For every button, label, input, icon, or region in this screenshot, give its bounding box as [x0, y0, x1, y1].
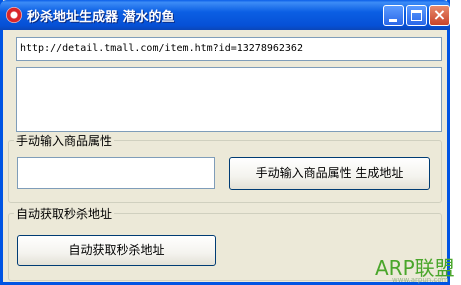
generate-address-button[interactable]: 手动输入商品属性 生成地址: [229, 157, 430, 190]
minimize-button[interactable]: [383, 5, 404, 26]
app-icon[interactable]: [6, 7, 22, 23]
minimize-icon: [389, 19, 397, 22]
watermark-url: www.arpun.com: [392, 276, 449, 284]
url-input[interactable]: http://detail.tmall.com/item.htm?id=1327…: [16, 37, 442, 61]
maximize-icon: [411, 10, 422, 21]
attribute-input[interactable]: [17, 157, 215, 189]
manual-group-label: 手动输入商品属性: [14, 132, 115, 149]
window-title: 秒杀地址生成器 潜水的鱼: [27, 10, 175, 25]
close-button[interactable]: ×: [429, 5, 450, 26]
auto-fetch-button[interactable]: 自动获取秒杀地址: [17, 235, 216, 266]
maximize-button[interactable]: [406, 5, 427, 26]
result-textarea[interactable]: [16, 67, 442, 132]
auto-group-label: 自动获取秒杀地址: [14, 205, 115, 222]
close-icon: ×: [432, 5, 447, 24]
title-bar[interactable]: 秒杀地址生成器 潜水的鱼 ×: [0, 0, 450, 30]
